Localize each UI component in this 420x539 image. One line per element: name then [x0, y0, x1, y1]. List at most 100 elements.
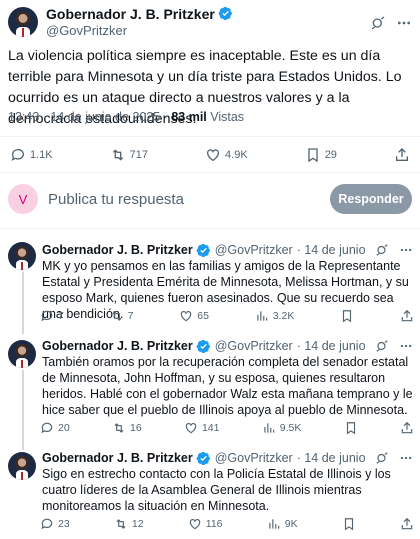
bookmark-button[interactable]: 29 — [305, 147, 337, 163]
views-label: Vistas — [206, 110, 245, 124]
grok-icon[interactable] — [374, 338, 390, 354]
bookmark-button[interactable] — [342, 517, 356, 531]
like-button[interactable]: 141 — [184, 421, 220, 435]
share-button[interactable] — [394, 147, 410, 163]
thread-handle[interactable]: @GovPritzker — [215, 451, 293, 465]
bookmark-button[interactable] — [344, 421, 358, 435]
reply-count: 7 — [58, 310, 64, 322]
more-options-icon[interactable] — [398, 338, 414, 354]
share-icon — [395, 148, 408, 161]
thread-handle[interactable]: @GovPritzker — [215, 339, 293, 353]
share-button[interactable] — [400, 309, 414, 323]
reply-button[interactable]: 7 — [40, 309, 64, 323]
reply-submit-button[interactable]: Responder — [330, 184, 412, 214]
views-chart-icon — [269, 519, 279, 529]
share-icon — [401, 517, 413, 530]
thread-display-name[interactable]: Gobernador J. B. Pritzker — [42, 339, 193, 353]
repost-icon — [116, 519, 126, 529]
bookmark-count: 29 — [324, 149, 337, 161]
repost-button[interactable]: 7 — [110, 309, 134, 323]
views-button[interactable]: 9.5K — [262, 421, 301, 435]
verified-badge-icon — [196, 339, 211, 354]
thread-date[interactable]: · 14 de junio — [297, 451, 366, 465]
thread-date[interactable]: · 14 de junio — [297, 243, 366, 257]
thread-actions: 23 12 116 9K — [40, 516, 414, 532]
share-button[interactable] — [400, 421, 414, 435]
views-count: 3.2K — [272, 310, 295, 322]
divider — [0, 228, 420, 229]
more-options-icon[interactable] — [398, 242, 414, 258]
timestamp-text[interactable]: 13:43 · 14 de junio de 2025 · — [8, 110, 171, 124]
more-options-icon[interactable] — [398, 450, 414, 466]
reply-input[interactable]: Publica tu respuesta — [48, 191, 330, 208]
bookmark-button[interactable] — [340, 309, 354, 323]
like-count: 65 — [197, 310, 209, 322]
reply-count: 23 — [58, 518, 70, 530]
share-icon — [401, 309, 413, 322]
repost-button[interactable]: 12 — [114, 517, 144, 531]
bookmark-icon — [343, 310, 352, 323]
repost-icon — [114, 423, 124, 433]
tweet-timestamp: 13:43 · 14 de junio de 2025 · 83 mil Vis… — [8, 110, 244, 124]
more-options-icon[interactable] — [396, 15, 412, 31]
main-avatar[interactable] — [8, 7, 38, 37]
reply-button[interactable]: 20 — [40, 421, 70, 435]
main-tweet-header: Gobernador J. B. Pritzker @GovPritzker — [8, 6, 412, 38]
views-chart-icon — [264, 423, 275, 433]
thread-avatar[interactable] — [8, 340, 36, 368]
grok-icon[interactable] — [370, 15, 386, 31]
thread-date[interactable]: · 14 de junio — [297, 339, 366, 353]
thread-text: Sigo en estrecho contacto con la Policía… — [42, 467, 391, 513]
repost-button[interactable]: 16 — [112, 421, 142, 435]
verified-badge-icon — [196, 243, 211, 258]
thread-display-name[interactable]: Gobernador J. B. Pritzker — [42, 243, 193, 257]
thread-connector-line — [22, 370, 24, 450]
grok-icon[interactable] — [374, 450, 390, 466]
reply-composer: V Publica tu respuesta Responder — [8, 182, 412, 216]
thread-connector-line — [22, 272, 24, 334]
user-avatar[interactable]: V — [8, 184, 38, 214]
repost-icon — [112, 149, 123, 161]
views-count: 83 mil — [171, 110, 207, 124]
views-button[interactable]: 9K — [267, 517, 298, 531]
main-author[interactable]: Gobernador J. B. Pritzker @GovPritzker — [46, 6, 233, 39]
repost-count: 16 — [129, 422, 142, 434]
heart-icon — [189, 519, 201, 530]
reply-icon — [41, 422, 53, 434]
views-count: 9K — [284, 518, 298, 530]
thread-text: También oramos por la recuperación compl… — [42, 355, 413, 417]
main-handle[interactable]: @GovPritzker — [46, 23, 233, 39]
thread-handle[interactable]: @GovPritzker — [215, 243, 293, 257]
like-button[interactable]: 116 — [188, 517, 223, 531]
divider — [0, 172, 420, 173]
like-count: 116 — [205, 518, 223, 530]
verified-badge-icon — [196, 451, 211, 466]
thread-display-name[interactable]: Gobernador J. B. Pritzker — [42, 451, 193, 465]
views-button[interactable]: 3.2K — [255, 309, 295, 323]
repost-count: 717 — [129, 149, 149, 161]
reply-icon — [11, 149, 24, 161]
repost-count: 12 — [131, 518, 144, 530]
like-button[interactable]: 65 — [179, 309, 209, 323]
share-icon — [401, 421, 413, 434]
like-button[interactable]: 4.9K — [205, 147, 248, 163]
like-count: 4.9K — [225, 149, 248, 161]
divider — [0, 136, 420, 137]
thread-header: Gobernador J. B. Pritzker @GovPritzker ·… — [42, 242, 366, 258]
thread-avatar[interactable] — [8, 452, 36, 480]
bookmark-icon — [344, 518, 353, 531]
repost-count: 7 — [127, 310, 134, 322]
heart-icon — [181, 311, 192, 322]
repost-button[interactable]: 717 — [110, 147, 148, 163]
like-count: 141 — [201, 422, 220, 434]
reply-icon — [41, 310, 53, 322]
reply-button[interactable]: 23 — [40, 517, 70, 531]
share-button[interactable] — [400, 517, 414, 531]
reply-button[interactable]: 1.1K — [10, 147, 53, 163]
thread-avatar[interactable] — [8, 242, 36, 270]
main-display-name[interactable]: Gobernador J. B. Pritzker — [46, 6, 215, 22]
grok-icon[interactable] — [374, 242, 390, 258]
views-chart-icon — [257, 311, 268, 321]
reply-count: 1.1K — [30, 149, 53, 161]
reply-count: 20 — [58, 422, 70, 434]
